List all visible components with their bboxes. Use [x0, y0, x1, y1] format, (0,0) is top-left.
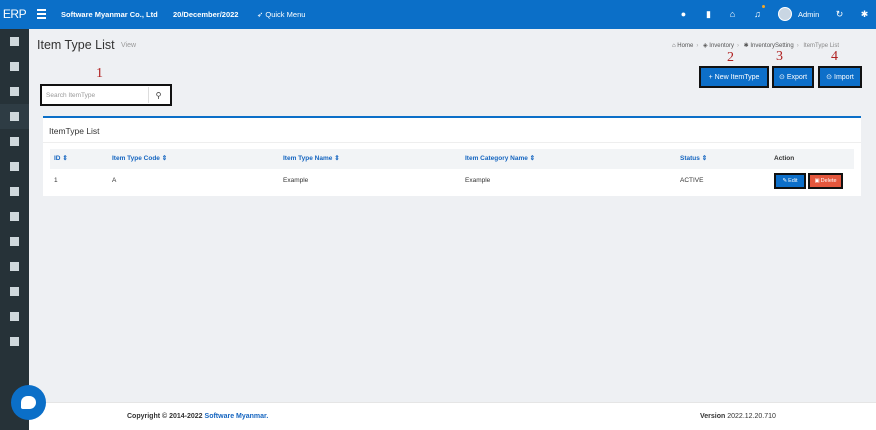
- comment-icon: [10, 337, 19, 346]
- cell-category: Example: [465, 177, 491, 184]
- pencil-icon: ✎: [782, 178, 788, 184]
- search-box: ⚲: [40, 84, 172, 106]
- factory-icon: [10, 237, 19, 246]
- sidebar-item-chart[interactable]: [0, 54, 29, 79]
- user-name[interactable]: Admin: [798, 0, 819, 29]
- sort-icon: ⇕: [62, 155, 68, 162]
- footer: Copyright © 2014-2022 Software Myanmar. …: [29, 402, 876, 430]
- cell-status: ACTIVE: [680, 177, 704, 184]
- rocket-icon: ➶: [257, 10, 264, 19]
- column-header-code[interactable]: Item Type Code ⇕: [112, 149, 167, 169]
- sidebar-item-comment[interactable]: [0, 329, 29, 354]
- sidebar-item-calculator[interactable]: [0, 29, 29, 54]
- gear-icon: ✱: [743, 43, 749, 49]
- bell-icon[interactable]: ♫: [752, 9, 763, 20]
- sidebar-item-cart[interactable]: [0, 154, 29, 179]
- sidebar-item-card[interactable]: [0, 79, 29, 104]
- sort-icon: ⇕: [529, 155, 536, 162]
- company-name: Software Myanmar Co., Ltd: [61, 10, 158, 19]
- clipboard-icon: [10, 137, 19, 146]
- export-button[interactable]: ⊙ Export: [772, 66, 814, 88]
- breadcrumb-inventory[interactable]: ◈ Inventory: [703, 43, 734, 49]
- sidebar-item-support[interactable]: [0, 279, 29, 304]
- leaf-icon: [10, 262, 19, 271]
- chat-bubble-icon: [21, 396, 36, 409]
- menu-toggle-icon[interactable]: [37, 9, 46, 19]
- cell-name: Example: [283, 177, 309, 184]
- copyright-text: Copyright © 2014-2022 Software Myanmar.: [127, 413, 269, 420]
- annotation-3: 3: [776, 49, 783, 64]
- search-input[interactable]: [46, 89, 142, 102]
- brand-logo[interactable]: ERP: [0, 0, 29, 29]
- mobile-icon[interactable]: ▮: [703, 9, 714, 20]
- cube-icon: [10, 112, 19, 121]
- chart-icon: [10, 62, 19, 71]
- annotation-2: 2: [727, 50, 734, 65]
- cube-icon: ◈: [702, 43, 708, 49]
- import-button[interactable]: ⊙ Import: [818, 66, 862, 88]
- column-header-status[interactable]: Status ⇕: [680, 149, 707, 169]
- notification-badge: [762, 5, 765, 8]
- trash-icon: ▣: [814, 178, 820, 184]
- card-icon: [10, 87, 19, 96]
- top-navbar: ERP Software Myanmar Co., Ltd 20/Decembe…: [0, 0, 876, 29]
- column-header-name[interactable]: Item Type Name ⇕: [283, 149, 340, 169]
- calculator-icon: [10, 37, 19, 46]
- export-icon: ⊙: [778, 74, 785, 81]
- book-icon: [10, 312, 19, 321]
- avatar[interactable]: [778, 7, 792, 21]
- table-header: ID ⇕ Item Type Code ⇕ Item Type Name ⇕ I…: [50, 149, 854, 169]
- diamond-icon: [10, 187, 19, 196]
- sidebar: [0, 29, 29, 430]
- cart-icon: [10, 162, 19, 171]
- annotation-4: 4: [831, 49, 838, 64]
- quick-menu-link[interactable]: ➶ Quick Menu: [257, 0, 305, 29]
- chat-icon[interactable]: ●: [678, 9, 689, 20]
- new-itemtype-button[interactable]: + New ItemType: [699, 66, 769, 88]
- sidebar-item-book[interactable]: [0, 304, 29, 329]
- column-header-action: Action: [774, 155, 795, 162]
- search-icon: ⚲: [155, 90, 162, 100]
- edit-button[interactable]: ✎ Edit: [774, 173, 806, 189]
- breadcrumb-inventory-setting[interactable]: ✱ InventorySetting: [744, 43, 794, 49]
- search-button[interactable]: ⚲: [148, 87, 168, 103]
- cell-code: A: [112, 177, 117, 184]
- itemtype-list-card: ItemType List ID ⇕ Item Type Code ⇕ Item…: [43, 116, 861, 196]
- table-row: 1 A Example Example ACTIVE ✎ Edit ▣ Dele…: [50, 171, 854, 191]
- page-title: Item Type List: [37, 38, 115, 52]
- quick-menu-label: Quick Menu: [265, 10, 306, 19]
- life-ring-icon: [10, 287, 19, 296]
- history-icon[interactable]: ↻: [834, 9, 845, 20]
- version-text: Version 2022.12.20.710: [700, 413, 776, 420]
- sidebar-item-clipboard[interactable]: [0, 129, 29, 154]
- card-divider: [43, 142, 861, 143]
- breadcrumb-home[interactable]: ⌂ Home: [672, 43, 693, 49]
- annotation-1: 1: [96, 66, 103, 81]
- sort-icon: ⇕: [334, 155, 340, 162]
- sort-icon: ⇕: [161, 155, 168, 162]
- page-subtitle: View: [121, 42, 137, 49]
- company-link[interactable]: Software Myanmar.: [205, 413, 269, 420]
- sidebar-item-inventory[interactable]: [0, 104, 29, 129]
- users-icon: [10, 212, 19, 221]
- cell-id: 1: [54, 177, 58, 184]
- sidebar-item-leaf[interactable]: [0, 254, 29, 279]
- plus-icon: +: [708, 73, 713, 81]
- card-title: ItemType List: [49, 126, 100, 136]
- column-header-category[interactable]: Item Category Name ⇕: [465, 149, 535, 169]
- current-date: 20/December/2022: [173, 10, 239, 19]
- delete-button[interactable]: ▣ Delete: [808, 173, 843, 189]
- sidebar-item-users[interactable]: [0, 204, 29, 229]
- sidebar-item-diamond[interactable]: [0, 179, 29, 204]
- column-header-id[interactable]: ID ⇕: [54, 149, 68, 169]
- home-icon: ⌂: [672, 43, 676, 49]
- sidebar-item-factory[interactable]: [0, 229, 29, 254]
- chat-widget-button[interactable]: [11, 385, 46, 420]
- gear-icon[interactable]: ✱: [859, 9, 870, 20]
- import-icon: ⊙: [826, 74, 833, 81]
- breadcrumb: ⌂ Home › ◈ Inventory › ✱ InventorySetting ›…: [672, 43, 840, 49]
- home-icon[interactable]: ⌂: [727, 9, 738, 20]
- sort-icon: ⇕: [701, 155, 708, 162]
